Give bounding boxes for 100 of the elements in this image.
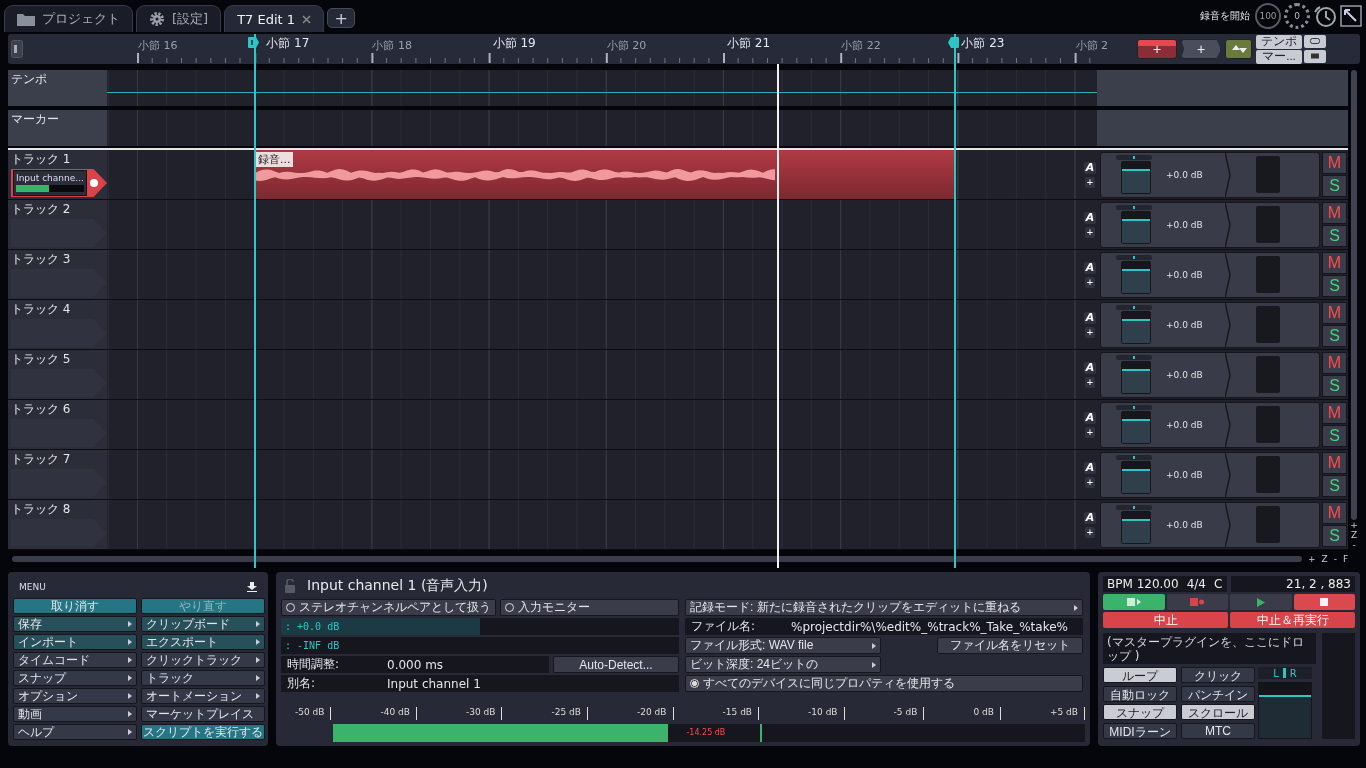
download-icon[interactable] [247,582,257,592]
fader-level[interactable] [1122,318,1150,343]
add-track-button[interactable]: + [1181,39,1221,59]
add-plugin-button[interactable]: + [1084,476,1096,488]
zoom-control[interactable]: Z [1321,554,1328,564]
bit-depth-dropdown[interactable]: ビット深度: 24ビットの [685,656,881,673]
solo-button[interactable]: S [1322,225,1347,247]
add-track-button[interactable]: + [1137,39,1177,59]
menu-button[interactable]: トラック [141,670,265,686]
pan-slider[interactable] [1116,205,1152,210]
menu-button[interactable]: インポート [13,634,137,650]
volume-fader[interactable] [1121,411,1151,444]
view-button[interactable]: マー... [1256,49,1302,64]
pan-slider[interactable] [1116,505,1152,510]
menu-button[interactable]: クリックトラック [141,652,265,668]
fader-level[interactable] [1122,218,1150,243]
automation-button[interactable] [1225,39,1252,59]
clock-icon[interactable] [1313,4,1337,28]
horizontal-scrollbar[interactable] [12,556,1302,562]
menu-button[interactable]: エクスポート [141,634,265,650]
toggle-button[interactable]: クリック [1181,667,1255,683]
zoom-control[interactable]: + [1350,520,1358,530]
file-format-dropdown[interactable]: ファイル形式: WAV file [685,637,881,654]
menu-button[interactable]: オートメーション [141,688,265,704]
volume-fader[interactable] [1121,261,1151,294]
offset-field[interactable]: 時間調整: 0.000 ms [281,656,549,673]
fader-level[interactable] [1122,368,1150,393]
pan-slider[interactable] [1116,305,1152,310]
view-button[interactable]: テンポ [1256,34,1302,49]
zoom-control[interactable]: F [1342,554,1349,564]
pan-slider[interactable] [1116,455,1152,460]
solo-button[interactable]: S [1322,375,1347,397]
pan-slider[interactable] [1116,255,1152,260]
alias-field[interactable]: 別名: Input channel 1 [281,675,679,692]
menu-button[interactable]: ヘルプ [13,724,137,740]
resize-icon[interactable] [1340,5,1362,27]
menu-button[interactable]: スクリプトを実行する [141,724,265,740]
filename-field[interactable]: ファイル名: %projectdir%\%edit%_%track%_Take_%take% [685,618,1083,635]
input-slot[interactable]: Input channe... [11,169,107,197]
toggle-button[interactable]: ループ [1103,667,1177,683]
menu-button[interactable]: 保存 [13,616,137,632]
solo-button[interactable]: S [1322,175,1347,197]
toggle-button[interactable]: 自動ロック [1103,685,1177,702]
abort-button[interactable]: 中止 [1103,612,1228,628]
volume-fader[interactable] [1121,211,1151,244]
tab[interactable]: [設定] [136,5,222,32]
solo-button[interactable]: S [1322,525,1347,547]
menu-button[interactable]: タイムコード [13,652,137,668]
fader-level[interactable] [1122,518,1150,543]
pan-slider[interactable] [1116,405,1152,410]
toggle-button[interactable]: スナップ [1103,704,1177,720]
fader-level[interactable] [1122,168,1150,193]
tab[interactable]: T7 Edit 1 [224,5,325,32]
menu-button[interactable]: マーケットプレイス [141,706,265,722]
master-fader[interactable] [1258,682,1312,739]
fader-level[interactable] [1122,268,1150,293]
add-plugin-button[interactable]: + [1084,526,1096,538]
master-fader-level[interactable] [1259,695,1311,738]
volume-fader[interactable] [1121,161,1151,194]
fader-level[interactable] [1122,418,1150,443]
abort-button[interactable]: 中止＆再実行 [1230,612,1355,628]
toggle-button[interactable]: パンチイン [1181,685,1255,702]
zoom-control[interactable]: - [1333,554,1337,564]
layout-button[interactable] [1304,49,1326,63]
pan-slider[interactable] [1116,355,1152,360]
volume-fader[interactable] [1121,311,1151,344]
record-armed-icon[interactable] [90,179,98,187]
volume-fader[interactable] [1121,461,1151,494]
solo-button[interactable]: S [1322,425,1347,447]
new-tab-button[interactable]: + [327,8,356,28]
add-plugin-button[interactable]: + [1084,376,1096,388]
record-button[interactable] [1166,594,1228,610]
auto-detect-button[interactable]: Auto-Detect... [553,656,679,673]
add-plugin-button[interactable]: + [1084,276,1096,288]
panel-toggle-icon[interactable] [11,40,23,58]
option-toggle[interactable]: 入力モニター [500,599,679,616]
option-toggle[interactable]: ステレオチャンネルペアとして扱う [281,599,496,616]
vertical-scrollbar[interactable] [1351,70,1357,520]
fader-level[interactable] [1122,468,1150,493]
plugin-drop-area[interactable]: (マスタープラグインを、ここにドロップ ) [1103,633,1316,664]
toggle-button[interactable]: MTC [1181,722,1255,739]
menu-button[interactable]: オプション [13,688,137,704]
all-devices-toggle[interactable]: すべてのデバイスに同じプロパティを使用する [685,675,1083,692]
toggle-button[interactable]: MIDIラーン [1103,722,1177,739]
menu-button[interactable]: 動画 [13,706,137,722]
zoom-control[interactable]: + [1308,554,1316,564]
add-plugin-button[interactable]: + [1084,176,1096,188]
volume-fader[interactable] [1121,361,1151,394]
gain-dial[interactable]: 0 [1284,3,1310,29]
add-plugin-button[interactable]: + [1084,226,1096,238]
add-plugin-button[interactable]: + [1084,326,1096,338]
menu-button[interactable]: 取り消す [13,598,137,614]
menu-button[interactable]: クリップボード [141,616,265,632]
tab[interactable]: プロジェクト [4,5,133,32]
pan-slider[interactable] [1116,155,1152,160]
zoom-control[interactable]: - [1352,540,1356,550]
recording-clip[interactable]: 録音... [255,150,955,199]
solo-button[interactable]: S [1322,275,1347,297]
menu-button[interactable]: スナップ [13,670,137,686]
volume-fader[interactable] [1121,511,1151,544]
